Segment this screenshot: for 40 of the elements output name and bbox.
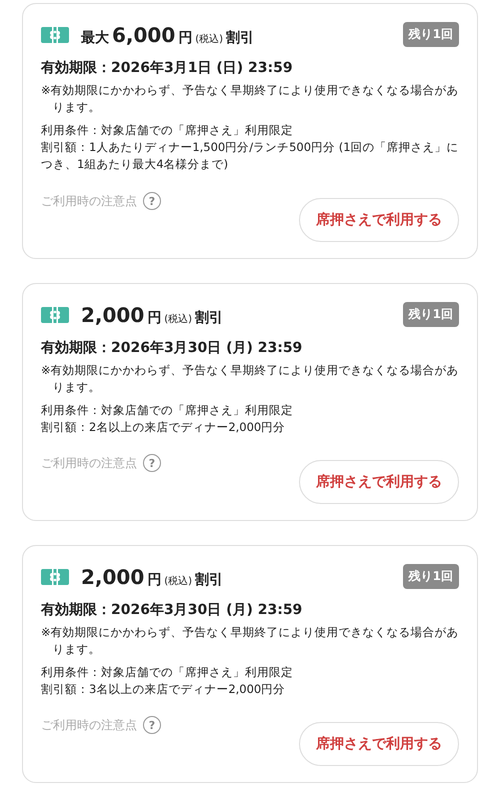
notice-text: ※有効期限にかかわらず、予告なく早期終了により使用できなくなる場合があります。 <box>41 624 459 658</box>
tax-note: (税込) <box>195 32 224 46</box>
expiry-date: 有効期限：2026年3月30日 (月) 23:59 <box>41 601 304 619</box>
tax-note: (税込) <box>164 312 192 326</box>
help-icon[interactable]: ? <box>143 716 161 734</box>
discount-amount: 2,000 <box>81 564 144 588</box>
currency-unit: 円 <box>147 570 162 588</box>
discount-amount: 6,000 <box>112 22 176 46</box>
currency-unit: 円 <box>178 28 192 46</box>
notice-text: ※有効期限にかかわらず、予告なく早期終了により使用できなくなる場合があります。 <box>41 82 459 116</box>
discount-amount: 2,000 <box>81 302 144 326</box>
remaining-badge: 残り1回 <box>402 22 459 47</box>
tax-note: (税込) <box>164 574 192 588</box>
help-icon[interactable]: ? <box>143 454 161 472</box>
remaining-badge: 残り1回 <box>402 302 459 327</box>
condition-text: 利用条件：対象店舗での「席押さえ」利用限定 <box>41 402 294 420</box>
discount-label: 割引 <box>195 570 224 588</box>
help-link[interactable]: ご利用時の注意点 <box>41 192 137 210</box>
condition-text: 利用条件：対象店舗での「席押さえ」利用限定 <box>41 664 294 682</box>
prefix-text: 最大 <box>81 28 109 46</box>
help-icon[interactable]: ? <box>143 192 161 210</box>
discount-label: 割引 <box>226 28 254 46</box>
condition-text: 利用条件：対象店舗での「席押さえ」利用限定 <box>41 122 294 140</box>
remaining-badge: 残り1回 <box>402 564 459 589</box>
ticket-icon <box>41 566 69 586</box>
currency-unit: 円 <box>147 308 162 326</box>
condition-text: 割引額：3名以上の来店でディナー2,000円分 <box>41 681 286 698</box>
reserve-button[interactable]: 席押さえで利用する <box>299 460 459 504</box>
expiry-date: 有効期限：2026年3月30日 (月) 23:59 <box>41 339 304 357</box>
condition-text: 割引額：1人あたりディナー1,500円分/ランチ500円分 (1回の「席押さえ」につき、1組あたり最大4名様分まで) <box>41 139 459 172</box>
ticket-icon <box>41 24 69 44</box>
help-link[interactable]: ご利用時の注意点 <box>41 716 137 734</box>
help-link[interactable]: ご利用時の注意点 <box>41 454 137 472</box>
condition-text: 割引額：2名以上の来店でディナー2,000円分 <box>41 419 286 436</box>
reserve-button[interactable]: 席押さえで利用する <box>299 722 459 766</box>
reserve-button[interactable]: 席押さえで利用する <box>299 198 459 242</box>
discount-label: 割引 <box>195 308 224 326</box>
expiry-date: 有効期限：2026年3月1日 (日) 23:59 <box>41 59 294 77</box>
notice-text: ※有効期限にかかわらず、予告なく早期終了により使用できなくなる場合があります。 <box>41 362 459 396</box>
ticket-icon <box>41 304 69 324</box>
